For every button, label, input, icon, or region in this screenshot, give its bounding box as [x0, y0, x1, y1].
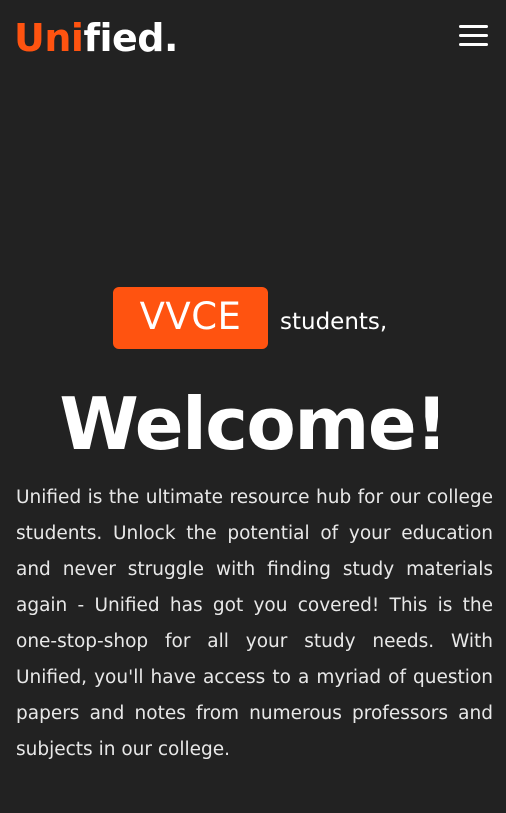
site-logo[interactable]: Unified.: [14, 10, 178, 66]
menu-bar-middle: [459, 34, 488, 37]
menu-bar-top: [459, 25, 488, 28]
hamburger-menu-icon[interactable]: [456, 22, 490, 52]
menu-bar-bottom: [459, 43, 488, 46]
site-header: Unified.: [0, 0, 506, 76]
hero-tagline: VVCE students,: [0, 287, 506, 349]
hero-description: Unified is the ultimate resource hub for…: [16, 487, 493, 760]
welcome-heading: Welcome!: [59, 382, 448, 466]
logo-rest-text: fied.: [83, 16, 178, 60]
college-badge: VVCE: [113, 287, 268, 349]
logo-accent-text: Uni: [14, 16, 84, 60]
students-label: students,: [280, 309, 388, 335]
